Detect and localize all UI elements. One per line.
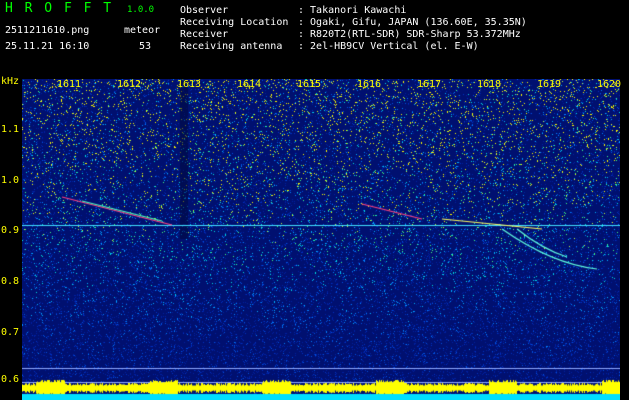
- x-tick-label: 1611: [56, 79, 82, 90]
- antenna-label: Receiving antenna: [180, 41, 283, 52]
- y-tick-label: 0.8: [1, 276, 20, 287]
- receiver-label: Receiver: [180, 29, 229, 40]
- x-tick-label: 1614: [236, 79, 262, 90]
- app-version: 1.0.0: [127, 5, 155, 15]
- observer-value: : Takanori Kawachi: [298, 5, 407, 16]
- mode-label: meteor: [124, 25, 161, 36]
- x-tick-label: 1613: [176, 79, 202, 90]
- meteor-count: 53: [139, 41, 152, 52]
- receiver-value: : R820T2(RTL-SDR) SDR-Sharp 53.372MHz: [298, 29, 521, 40]
- y-axis-unit: kHz: [1, 76, 20, 87]
- x-tick-label: 1612: [116, 79, 142, 90]
- y-tick-label: 0.7: [1, 327, 20, 338]
- observer-label: Observer: [180, 5, 229, 16]
- x-tick-label: 1617: [416, 79, 442, 90]
- app-logo: H R O F F T: [5, 1, 114, 16]
- x-tick-label: 1620: [596, 79, 622, 90]
- y-tick-label: 1.1: [1, 124, 20, 135]
- x-tick-label: 1615: [296, 79, 322, 90]
- y-tick-label: 0.6: [1, 374, 20, 385]
- date-time: 25.11.21 16:10: [5, 41, 90, 52]
- location-value: : Ogaki, Gifu, JAPAN (136.60E, 35.35N): [298, 17, 527, 28]
- antenna-value: : 2el-HB9CV Vertical (el. E-W): [298, 41, 479, 52]
- location-label: Receiving Location: [180, 17, 289, 28]
- spectrogram: [22, 79, 620, 400]
- spectrogram-canvas: [22, 79, 620, 400]
- x-tick-label: 1616: [356, 79, 382, 90]
- file-name: 2511211610.png: [5, 25, 90, 36]
- y-tick-label: 0.9: [1, 225, 20, 236]
- x-tick-label: 1619: [536, 79, 562, 90]
- y-tick-label: 1.0: [1, 175, 20, 186]
- x-tick-label: 1618: [476, 79, 502, 90]
